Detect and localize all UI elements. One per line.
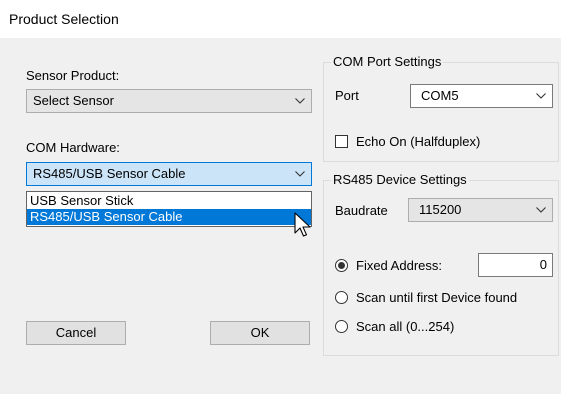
scan-first-radio[interactable] bbox=[335, 291, 348, 304]
cancel-button[interactable]: Cancel bbox=[26, 321, 126, 345]
scan-first-label: Scan until first Device found bbox=[356, 290, 518, 305]
baudrate-value: 115200 bbox=[419, 202, 462, 217]
com-hardware-label: COM Hardware: bbox=[26, 140, 120, 155]
radio-selected-dot bbox=[338, 262, 345, 269]
echo-on-checkbox[interactable] bbox=[335, 135, 348, 148]
sensor-product-label: Sensor Product: bbox=[26, 68, 120, 83]
chevron-down-icon[interactable] bbox=[293, 90, 307, 112]
fixed-address-label: Fixed Address: bbox=[356, 258, 442, 273]
scan-all-label: Scan all (0...254) bbox=[356, 319, 455, 334]
chevron-down-icon[interactable] bbox=[534, 199, 548, 221]
dropdown-option-usb-sensor-stick[interactable]: USB Sensor Stick bbox=[27, 193, 311, 209]
dropdown-option-rs485-usb-sensor-cable[interactable]: RS485/USB Sensor Cable bbox=[27, 209, 311, 225]
fixed-address-radio[interactable] bbox=[335, 259, 348, 272]
scan-all-radio[interactable] bbox=[335, 320, 348, 333]
ok-button[interactable]: OK bbox=[210, 321, 310, 345]
com-hardware-combo[interactable]: RS485/USB Sensor Cable bbox=[26, 162, 312, 186]
chevron-down-icon[interactable] bbox=[534, 85, 548, 107]
port-label: Port bbox=[335, 88, 359, 103]
window-title: Product Selection bbox=[9, 11, 119, 27]
com-hardware-dropdown-list: USB Sensor Stick RS485/USB Sensor Cable bbox=[26, 191, 312, 227]
com-port-settings-title: COM Port Settings bbox=[331, 54, 444, 69]
port-combo[interactable]: COM5 bbox=[410, 84, 553, 108]
fixed-address-input[interactable]: 0 bbox=[478, 253, 553, 277]
sensor-product-combo[interactable]: Select Sensor bbox=[26, 89, 312, 113]
echo-on-label: Echo On (Halfduplex) bbox=[356, 134, 481, 149]
port-value: COM5 bbox=[421, 88, 459, 103]
title-bar: Product Selection bbox=[0, 0, 561, 38]
sensor-product-value: Select Sensor bbox=[33, 93, 114, 108]
baudrate-combo[interactable]: 115200 bbox=[408, 198, 553, 222]
rs485-device-settings-title: RS485 Device Settings bbox=[331, 172, 469, 187]
chevron-down-icon[interactable] bbox=[293, 163, 307, 185]
mouse-pointer-icon bbox=[294, 212, 311, 237]
baudrate-label: Baudrate bbox=[335, 203, 388, 218]
com-hardware-value: RS485/USB Sensor Cable bbox=[33, 166, 186, 181]
